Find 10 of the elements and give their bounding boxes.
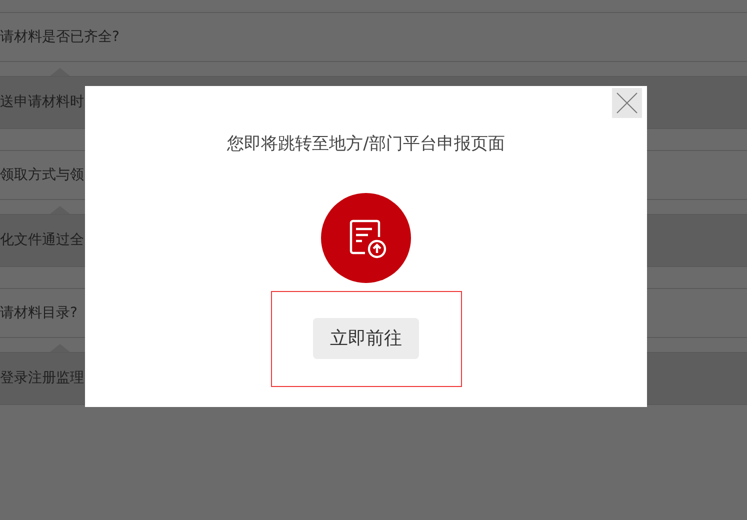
faq-question: 登录注册监理: [0, 369, 84, 388]
faq-question: 化文件通过全: [0, 231, 84, 250]
close-button[interactable]: [612, 88, 642, 118]
go-now-button[interactable]: 立即前往: [313, 318, 419, 359]
faq-question: 请材料是否已齐全?: [0, 28, 120, 46]
close-icon: [616, 92, 638, 114]
faq-question: 送申请材料时: [0, 93, 84, 112]
faq-question: 请材料目录?: [0, 304, 78, 322]
dialog-message: 您即将跳转至地方/部门平台申报页面: [227, 133, 505, 156]
faq-question: 领取方式与领: [0, 166, 84, 184]
